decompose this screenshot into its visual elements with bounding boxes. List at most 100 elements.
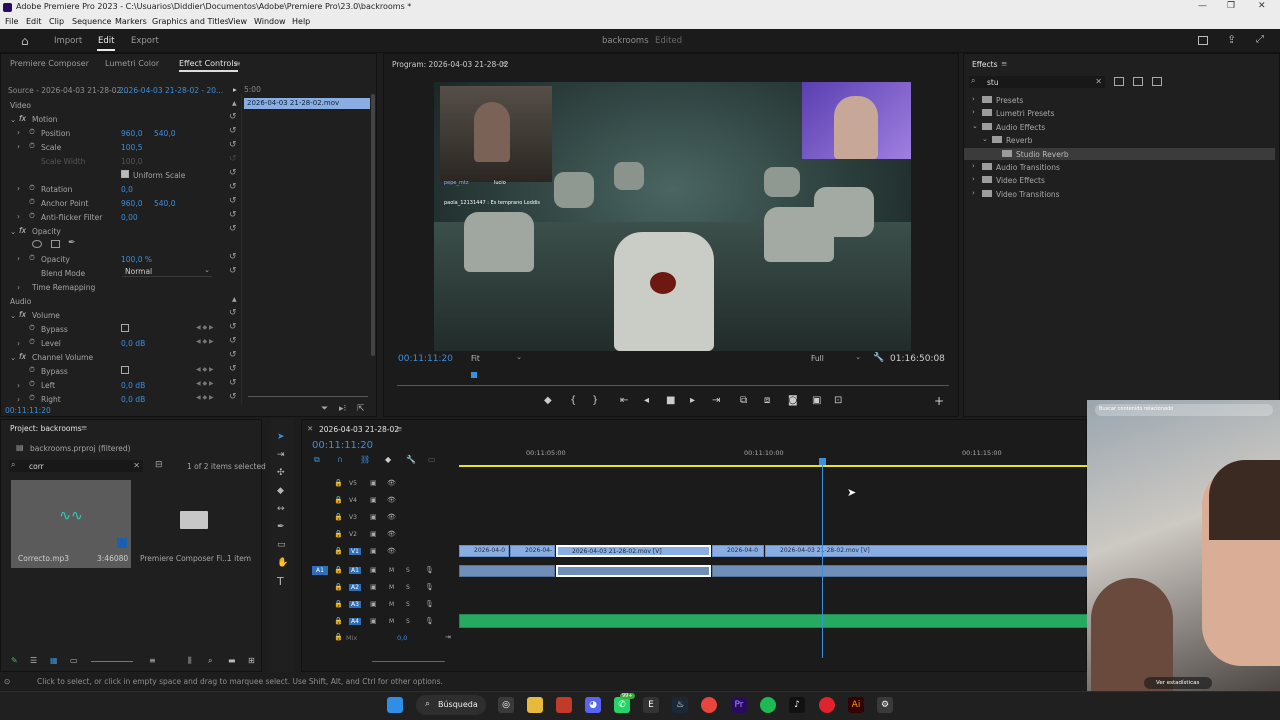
go-to-in-icon[interactable]: ⇤ xyxy=(620,395,628,406)
audio-clip[interactable] xyxy=(712,565,1088,577)
audio-clip[interactable] xyxy=(459,565,555,577)
stats-button[interactable]: Ver estadísticas xyxy=(1144,677,1212,689)
right-reset-icon[interactable]: ↺ xyxy=(229,392,237,402)
volume-expand-icon[interactable]: ⌄ xyxy=(10,311,16,320)
overlay-search[interactable]: Buscar contenido relacionado xyxy=(1095,404,1273,416)
steam-icon[interactable]: ♨ xyxy=(672,697,688,713)
lock-icon[interactable]: 🔒 xyxy=(334,583,343,591)
channel-expand-icon[interactable]: ⌄ xyxy=(10,353,16,362)
stop-icon[interactable]: ■ xyxy=(666,395,675,406)
lock-icon[interactable]: 🔒 xyxy=(334,547,343,555)
bypass-checkbox[interactable] xyxy=(121,324,129,332)
close-button[interactable]: ✕ xyxy=(1258,1,1266,11)
rectangle-tool-icon[interactable]: ▭ xyxy=(277,541,286,550)
ripple-edit-tool-icon[interactable]: ✣ xyxy=(277,469,285,478)
export-frame-icon[interactable]: ⇱ xyxy=(357,404,365,414)
bypass-stopwatch-icon[interactable]: ⏱ xyxy=(29,323,35,333)
pen-tool-icon[interactable]: ✒ xyxy=(277,523,285,532)
disclosure-arrow-icon[interactable]: › xyxy=(972,189,975,197)
program-timecode[interactable]: 00:11:11:20 xyxy=(398,354,453,364)
step-forward-icon[interactable]: ▸ xyxy=(690,395,695,406)
program-playhead[interactable] xyxy=(471,372,477,378)
blend-mode-select[interactable]: Normal ⌄ xyxy=(122,266,212,277)
collapse-video-icon[interactable]: ▲ xyxy=(232,100,237,107)
ec-zoom-slider[interactable] xyxy=(248,396,368,397)
project-search[interactable]: ⌕ corr ✕ xyxy=(9,460,143,472)
sync-lock-icon[interactable]: ▣ xyxy=(370,513,377,521)
opera-icon[interactable] xyxy=(819,697,835,713)
track-label[interactable]: A1 xyxy=(349,567,361,574)
disclosure-arrow-icon[interactable]: › xyxy=(972,108,975,116)
timeline-zoom-bar[interactable] xyxy=(372,661,445,662)
linked-selection-icon[interactable]: ⛓ xyxy=(360,455,370,464)
eye-icon[interactable]: 👁 xyxy=(387,530,396,538)
uniform-scale-checkbox[interactable] xyxy=(121,170,129,178)
tab-edit[interactable]: Edit xyxy=(98,36,114,46)
clip-select[interactable]: 2026-04-03 21-28-02 - 20... xyxy=(119,86,223,95)
level-keyframe-nav[interactable]: ◀ ◆ ▶ xyxy=(196,338,214,345)
menu-sequence[interactable]: Sequence xyxy=(72,17,111,26)
fullscreen-icon[interactable]: ⤢ xyxy=(1256,35,1264,45)
flicker-reset-icon[interactable]: ↺ xyxy=(229,210,237,220)
pen-mask-icon[interactable]: ✒ xyxy=(68,238,76,248)
razor-tool-icon[interactable]: ◆ xyxy=(277,487,284,496)
disclosure-arrow-icon[interactable]: ⌄ xyxy=(972,122,978,130)
eye-icon[interactable]: 👁 xyxy=(387,479,396,487)
spotify-icon[interactable] xyxy=(760,697,776,713)
position-y[interactable]: 540,0 xyxy=(154,129,175,138)
microphone-icon[interactable]: 🎙 xyxy=(425,600,434,608)
menu-window[interactable]: Window xyxy=(254,17,286,26)
eye-icon[interactable]: 👁 xyxy=(387,496,396,504)
mix-lock-icon[interactable]: 🔒 xyxy=(334,633,343,641)
settings-wrench-icon[interactable]: 🔧 xyxy=(406,455,416,464)
track-label[interactable]: A3 xyxy=(349,601,361,608)
home-icon[interactable]: ⌂ xyxy=(21,35,29,47)
new-bin-from-search-icon[interactable]: ⊟ xyxy=(155,460,163,470)
zoom-slider[interactable] xyxy=(91,661,133,662)
solo-button[interactable]: S xyxy=(406,618,410,625)
play-audio-icon[interactable]: ▸⁝ xyxy=(339,404,346,414)
position-reset-icon[interactable]: ↺ xyxy=(229,126,237,136)
lock-icon[interactable]: 🔒 xyxy=(334,600,343,608)
lock-icon[interactable]: 🔒 xyxy=(334,566,343,574)
eye-icon[interactable]: 👁 xyxy=(387,547,396,555)
volume-reset-icon[interactable]: ↺ xyxy=(229,308,237,318)
effects-tree-item[interactable]: › Video Transitions xyxy=(964,188,1275,200)
chrome-icon[interactable] xyxy=(701,697,717,713)
effects-search[interactable]: ⌕ stu ✕ xyxy=(969,76,1105,88)
close-sequence-icon[interactable]: ✕ xyxy=(307,424,313,433)
menu-help[interactable]: Help xyxy=(292,17,310,26)
opacity-reset-icon[interactable]: ↺ xyxy=(229,252,237,262)
effects-tree-item[interactable]: › Presets xyxy=(964,94,1275,106)
ec-scrollbar[interactable] xyxy=(371,94,375,356)
sync-lock-icon[interactable]: ▣ xyxy=(370,617,377,625)
snap-icon[interactable]: ∩ xyxy=(337,455,343,464)
list-view-icon[interactable]: ☰ xyxy=(30,656,37,665)
premiere-pro-icon[interactable]: Pr xyxy=(731,697,747,713)
anchor-stopwatch-icon[interactable]: ⏱ xyxy=(29,197,35,207)
clear-search-icon[interactable]: ✕ xyxy=(1095,77,1102,86)
flicker-value[interactable]: 0,00 xyxy=(121,213,138,222)
mute-button[interactable]: M xyxy=(389,567,394,574)
level-reset-icon[interactable]: ↺ xyxy=(229,336,237,346)
sync-lock-icon[interactable]: ▣ xyxy=(370,530,377,538)
video-clip[interactable]: 2026-04- xyxy=(510,545,555,557)
menu-markers[interactable]: Markers xyxy=(115,17,147,26)
sync-lock-icon[interactable]: ▣ xyxy=(370,600,377,608)
effects-tree-item[interactable]: › Lumetri Presets xyxy=(964,107,1275,119)
sync-lock-icon[interactable]: ▣ xyxy=(370,479,377,487)
position-x[interactable]: 960,0 xyxy=(121,129,142,138)
taskview-icon[interactable]: ◎ xyxy=(498,697,514,713)
opacity-header-reset-icon[interactable]: ↺ xyxy=(229,224,237,234)
automate-icon[interactable]: ⫼ xyxy=(188,656,192,666)
track-label[interactable]: A4 xyxy=(349,618,361,625)
effects-menu-icon[interactable]: ≡ xyxy=(1001,59,1007,68)
program-scrubber[interactable] xyxy=(397,385,949,386)
lock-icon[interactable]: 🔒 xyxy=(334,479,343,487)
flicker-stopwatch-icon[interactable]: ⏱ xyxy=(29,211,35,221)
flicker-expand-icon[interactable]: › xyxy=(17,212,20,221)
audio-clip-selected[interactable] xyxy=(556,565,711,577)
source-patch-a1[interactable]: A1 xyxy=(312,566,328,575)
share-icon[interactable]: ⇪ xyxy=(1227,34,1236,45)
track-label[interactable]: V5 xyxy=(349,480,357,487)
